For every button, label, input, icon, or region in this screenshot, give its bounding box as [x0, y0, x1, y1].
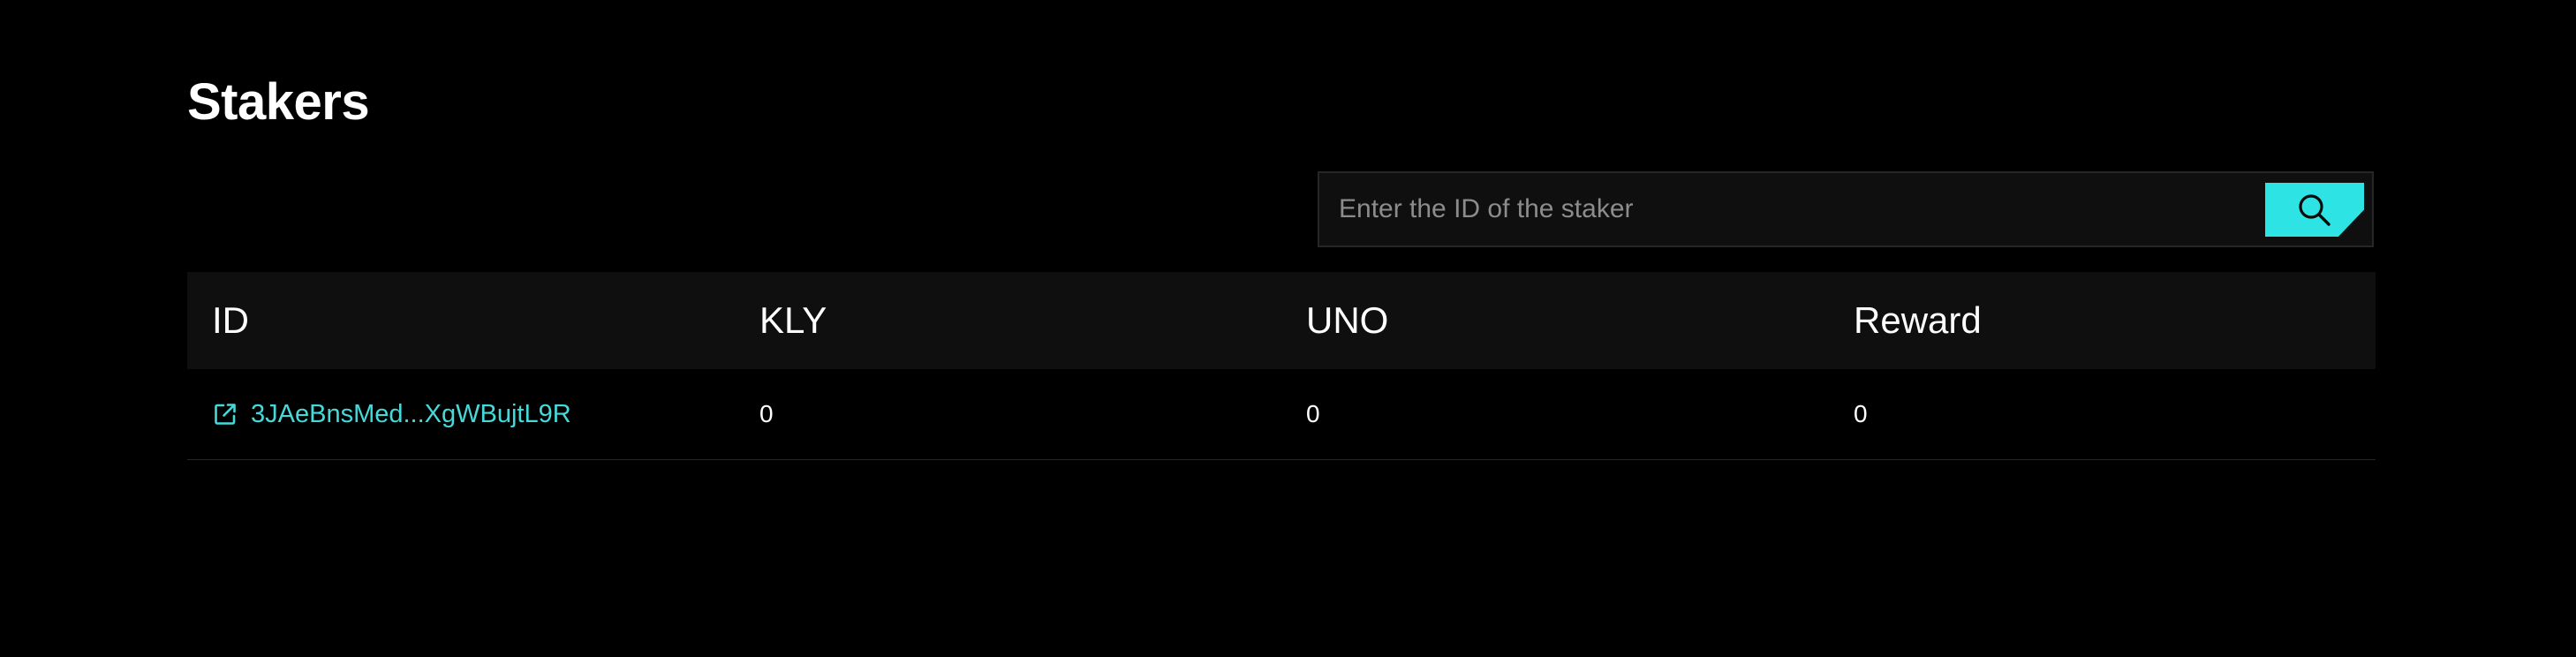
kly-value: 0 [759, 400, 774, 427]
reward-value: 0 [1854, 400, 1868, 427]
search-icon [2299, 194, 2330, 226]
column-header-kly: KLY [759, 299, 827, 341]
staker-id-text: 3JAeBnsMed...XgWBujtL9R [251, 400, 571, 428]
page-title: Stakers [187, 73, 370, 131]
search-input[interactable] [1319, 173, 2247, 245]
search-button[interactable] [2265, 183, 2364, 237]
staker-search [1318, 171, 2374, 247]
column-header-reward: Reward [1854, 299, 1982, 341]
staker-id-cell: 3JAeBnsMed...XgWBujtL9R [212, 369, 571, 459]
column-header-id: ID [212, 299, 249, 341]
staker-id-link[interactable]: 3JAeBnsMed...XgWBujtL9R [212, 369, 571, 459]
stakers-page: Stakers ID KLY UNO Reward [187, 0, 2376, 657]
external-link-icon [215, 404, 236, 425]
uno-value: 0 [1306, 400, 1320, 427]
column-header-uno: UNO [1306, 299, 1389, 341]
stakers-table: ID KLY UNO Reward 3JAeBnsMed...XgWBujtL9… [187, 272, 2376, 460]
table-row: 3JAeBnsMed...XgWBujtL9R 0 0 0 [187, 369, 2376, 460]
table-header: ID KLY UNO Reward [187, 272, 2376, 369]
